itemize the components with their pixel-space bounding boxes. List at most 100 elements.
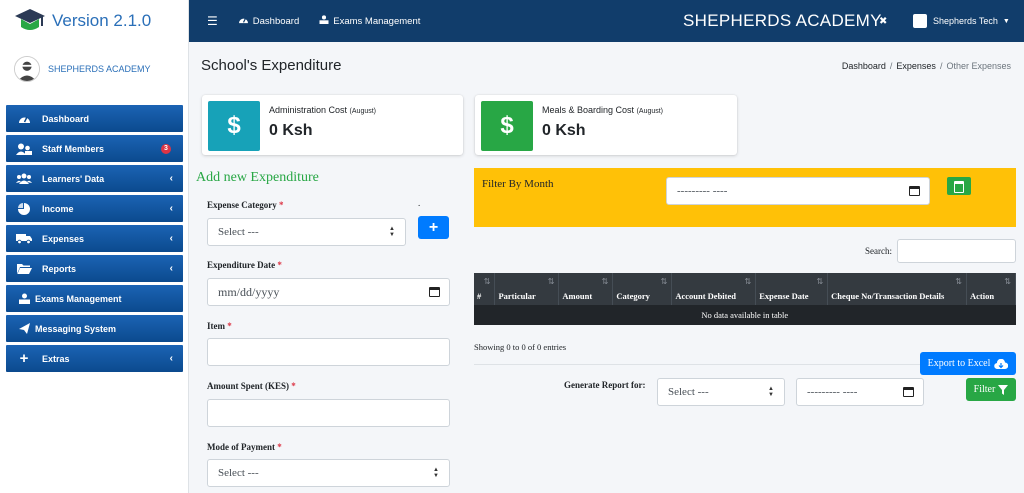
col-particular[interactable]: ⇅ Particular bbox=[494, 273, 560, 305]
add-category-button[interactable]: + bbox=[418, 216, 449, 239]
account-menu[interactable]: Shepherds Tech ▼ bbox=[913, 14, 1010, 28]
sidebar-item-label: Extras bbox=[42, 353, 70, 364]
select-arrow-icon: ▲ ▼ bbox=[389, 226, 395, 238]
sidebar: Version 2.1.0 SHEPHERDS ACADEMY Dashboar… bbox=[0, 0, 189, 493]
sort-icon: ⇅ bbox=[547, 277, 555, 286]
filter-label: Filter bbox=[973, 384, 996, 395]
sort-icon: ⇅ bbox=[1004, 277, 1011, 286]
sidebar-item-label: Income bbox=[42, 203, 74, 214]
col-cheque-details[interactable]: ⇅ Cheque No/Transaction Details bbox=[827, 273, 967, 305]
col-action[interactable]: ⇅ Action bbox=[966, 273, 1017, 305]
cloud-download-icon bbox=[994, 358, 1009, 369]
chevron-left-icon: ‹ bbox=[169, 263, 173, 274]
item-input[interactable] bbox=[207, 338, 450, 366]
col-amount[interactable]: ⇅ Amount bbox=[558, 273, 614, 305]
amount-spent-input[interactable] bbox=[207, 399, 450, 427]
date-placeholder: mm/dd/yyyy bbox=[218, 284, 280, 299]
sort-icon: ⇅ bbox=[955, 277, 962, 286]
chevron-left-icon: ‹ bbox=[169, 203, 173, 214]
export-excel-button[interactable]: Export to Excel bbox=[920, 352, 1016, 375]
plus-icon: + bbox=[428, 218, 439, 236]
account-name: Shepherds Tech bbox=[933, 16, 998, 26]
chevron-left-icon: ‹ bbox=[169, 353, 173, 364]
select-value: Select --- bbox=[218, 467, 259, 479]
topbar-dashboard-link[interactable]: Dashboard bbox=[238, 15, 299, 27]
sidebar-item-staff-members[interactable]: Staff Members 3 bbox=[6, 135, 183, 162]
expense-category-label: Expense Category * bbox=[207, 200, 284, 210]
user-panel[interactable]: SHEPHERDS ACADEMY bbox=[0, 42, 188, 96]
sidebar-item-reports[interactable]: Reports ‹ bbox=[6, 255, 183, 282]
col-index[interactable]: ⇅ # bbox=[474, 273, 496, 305]
filter-by-month-panel: Filter By Month --------- ---- bbox=[474, 168, 1016, 227]
calendar-icon[interactable] bbox=[909, 186, 920, 196]
sidebar-item-learners-data[interactable]: Learners' Data ‹ bbox=[6, 165, 183, 192]
folder-icon bbox=[16, 263, 32, 275]
exam-icon bbox=[319, 15, 329, 27]
col-category[interactable]: ⇅ Category bbox=[612, 273, 673, 305]
topbar: ☰ Dashboard Exams Management SHEPHERDS A… bbox=[189, 0, 1024, 42]
page-title: School's Expenditure bbox=[201, 57, 342, 74]
sidebar-item-exams-management[interactable]: Exams Management bbox=[6, 285, 183, 312]
topbar-exams-link[interactable]: Exams Management bbox=[319, 15, 420, 27]
sidebar-item-label: Exams Management bbox=[35, 293, 122, 304]
select-arrow-icon: ▲ ▼ bbox=[433, 467, 439, 479]
users-icon bbox=[16, 143, 32, 155]
col-expense-date[interactable]: ⇅ Expense Date bbox=[755, 273, 829, 305]
school-name: SHEPHERDS ACADEMY bbox=[683, 11, 882, 30]
calendar-icon[interactable] bbox=[429, 287, 440, 297]
breadcrumb: Dashboard / Expenses / Other Expenses bbox=[841, 61, 1011, 71]
brand[interactable]: Version 2.1.0 bbox=[0, 0, 188, 42]
sidebar-item-messaging-system[interactable]: Messaging System bbox=[6, 315, 183, 342]
breadcrumb-expenses[interactable]: Expenses bbox=[896, 61, 936, 71]
sort-icon: ⇅ bbox=[483, 277, 491, 286]
user-name: SHEPHERDS ACADEMY bbox=[48, 64, 151, 74]
empty-table-message: No data available in table bbox=[474, 305, 1016, 325]
export-label: Export to Excel bbox=[927, 358, 991, 369]
expenditure-date-label: Expenditure Date * bbox=[207, 260, 282, 270]
notification-badge: 3 bbox=[161, 143, 171, 154]
truck-icon bbox=[16, 233, 32, 245]
item-label: Item * bbox=[207, 321, 232, 331]
sidebar-item-expenses[interactable]: Expenses ‹ bbox=[6, 225, 183, 252]
form-title: Add new Expenditure bbox=[196, 170, 319, 185]
admin-cost-card: $ Administration Cost (August) 0 Ksh bbox=[202, 95, 463, 155]
col-account-debited[interactable]: ⇅ Account Debited bbox=[671, 273, 757, 305]
month-input[interactable]: --------- ---- bbox=[666, 177, 930, 205]
sidebar-item-label: Expenses bbox=[42, 233, 85, 244]
exam-icon bbox=[16, 293, 32, 305]
menu-toggle-icon[interactable]: ☰ bbox=[207, 14, 218, 28]
group-icon bbox=[16, 173, 32, 185]
sidebar-nav: Dashboard Staff Members 3 Learners' Data… bbox=[6, 105, 183, 375]
calendar-icon[interactable] bbox=[903, 387, 914, 397]
card-value: 0 Ksh bbox=[542, 122, 586, 139]
dollar-icon: $ bbox=[481, 101, 533, 151]
tachometer-icon bbox=[16, 113, 32, 125]
report-type-select[interactable]: Select --- ▲ ▼ bbox=[657, 378, 785, 406]
table-info: Showing 0 to 0 of 0 entries bbox=[474, 342, 567, 352]
filter-button[interactable]: Filter bbox=[966, 378, 1016, 401]
sidebar-item-income[interactable]: Income ‹ bbox=[6, 195, 183, 222]
breadcrumb-dashboard[interactable]: Dashboard bbox=[842, 61, 886, 71]
search-input[interactable] bbox=[897, 239, 1016, 263]
filter-icon bbox=[998, 384, 1009, 395]
plus-icon: + bbox=[19, 350, 29, 367]
report-month-input[interactable]: --------- ---- bbox=[796, 378, 924, 406]
sort-icon: ⇅ bbox=[744, 277, 752, 286]
select-arrow-icon: ▲ ▼ bbox=[768, 386, 774, 398]
sidebar-item-dashboard[interactable]: Dashboard bbox=[6, 105, 183, 132]
expense-category-select[interactable]: Select --- ▲ ▼ bbox=[207, 218, 406, 246]
calendar-button[interactable] bbox=[947, 177, 971, 195]
sidebar-item-label: Messaging System bbox=[35, 323, 117, 334]
topbar-exams-label: Exams Management bbox=[333, 15, 421, 27]
sidebar-item-extras[interactable]: + Extras ‹ bbox=[6, 345, 183, 372]
expenditure-date-input[interactable]: mm/dd/yyyy bbox=[207, 278, 450, 306]
fullscreen-icon[interactable]: ✖ bbox=[879, 16, 887, 27]
chevron-left-icon: ‹ bbox=[169, 173, 173, 184]
version-label: Version 2.1.0 bbox=[52, 11, 152, 30]
breadcrumb-current: Other Expenses bbox=[946, 61, 1011, 71]
expenses-table: ⇅ # ⇅ Particular ⇅ Amount ⇅ Category ⇅ Accoun… bbox=[474, 273, 1017, 325]
mode-of-payment-select[interactable]: Select --- ▲ ▼ bbox=[207, 459, 450, 487]
sidebar-item-label: Learners' Data bbox=[42, 173, 105, 184]
paper-plane-icon bbox=[16, 323, 32, 335]
chevron-left-icon: ‹ bbox=[169, 233, 173, 244]
